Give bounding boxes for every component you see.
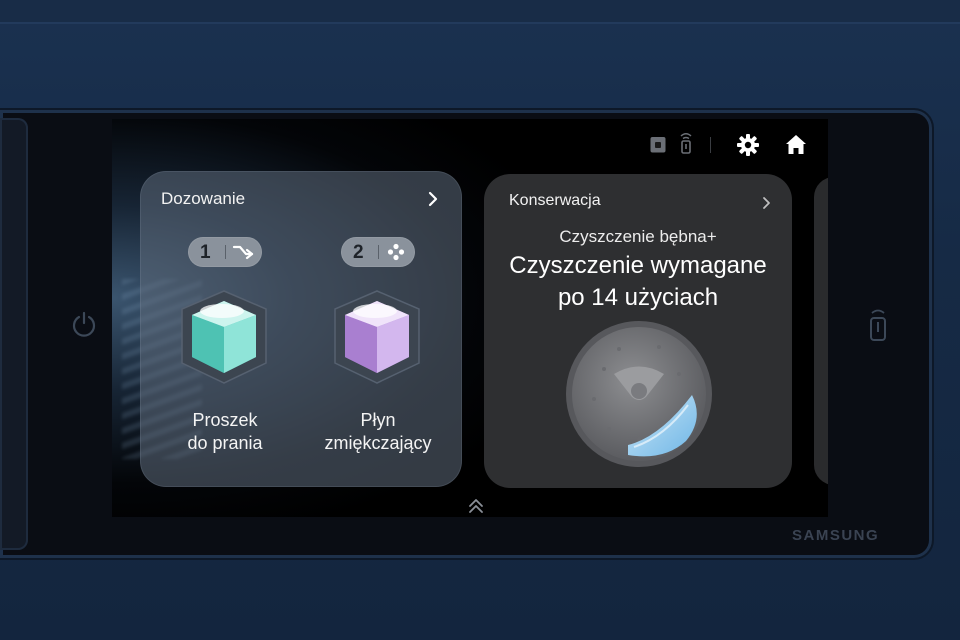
compartment-number: 2 xyxy=(353,242,364,263)
side-remote-icon xyxy=(870,309,886,341)
flower-icon xyxy=(387,243,405,261)
badge-divider xyxy=(378,245,379,259)
power-icon[interactable] xyxy=(70,310,98,338)
home-icon[interactable] xyxy=(784,133,808,157)
compartment-2-label-line1: Płyn xyxy=(360,410,396,430)
wash-arrow-icon xyxy=(232,245,254,260)
softener-cube-icon[interactable] xyxy=(327,287,427,387)
status-divider xyxy=(710,137,711,153)
dosing-card[interactable]: Dozowanie 1 Proszek do prania 2 Płyn zmi… xyxy=(140,171,462,487)
compartment-1-label: Proszek do prania xyxy=(150,409,300,455)
double-chevron-up-icon[interactable] xyxy=(467,497,485,515)
maintenance-subtitle: Czyszczenie bębna+ xyxy=(559,227,717,246)
compartment-1-label-line1: Proszek xyxy=(192,410,258,430)
maintenance-headline-line1: Czyszczenie wymagane xyxy=(509,252,767,279)
compartment-2-badge: 2 xyxy=(341,237,415,267)
chevron-right-icon[interactable] xyxy=(427,191,439,207)
next-card-peek[interactable] xyxy=(814,177,828,485)
compartment-2-label-line2: zmiękczający xyxy=(324,433,432,453)
chevron-right-icon[interactable] xyxy=(761,196,771,210)
brand-logo: SAMSUNG xyxy=(792,527,880,544)
frame-line xyxy=(0,22,960,24)
badge-divider xyxy=(225,245,226,259)
maintenance-headline: Czyszczenie wymagane po 14 użyciach xyxy=(484,250,792,314)
dosing-card-title: Dozowanie xyxy=(161,189,246,208)
drum-icon xyxy=(566,321,712,467)
status-bar xyxy=(632,127,820,163)
compartment-1-label-line2: do prania xyxy=(187,433,263,453)
touch-screen: Dozowanie 1 Proszek do prania 2 Płyn zmi… xyxy=(112,119,828,517)
maintenance-headline-line2: po 14 użyciach xyxy=(557,284,719,311)
maintenance-card-title: Konserwacja xyxy=(509,192,601,209)
gear-icon[interactable] xyxy=(736,133,760,157)
remote-control-icon xyxy=(680,133,692,154)
left-side-panel xyxy=(0,118,28,550)
detergent-powder-cube-icon[interactable] xyxy=(174,287,274,387)
compartment-1-badge: 1 xyxy=(188,237,262,267)
lock-icon xyxy=(650,137,666,153)
top-frame xyxy=(0,0,960,24)
compartment-2-label: Płyn zmiękczający xyxy=(303,409,453,455)
compartment-number: 1 xyxy=(200,242,211,263)
maintenance-card[interactable]: Konserwacja Czyszczenie bębna+ Czyszczen… xyxy=(484,174,792,488)
